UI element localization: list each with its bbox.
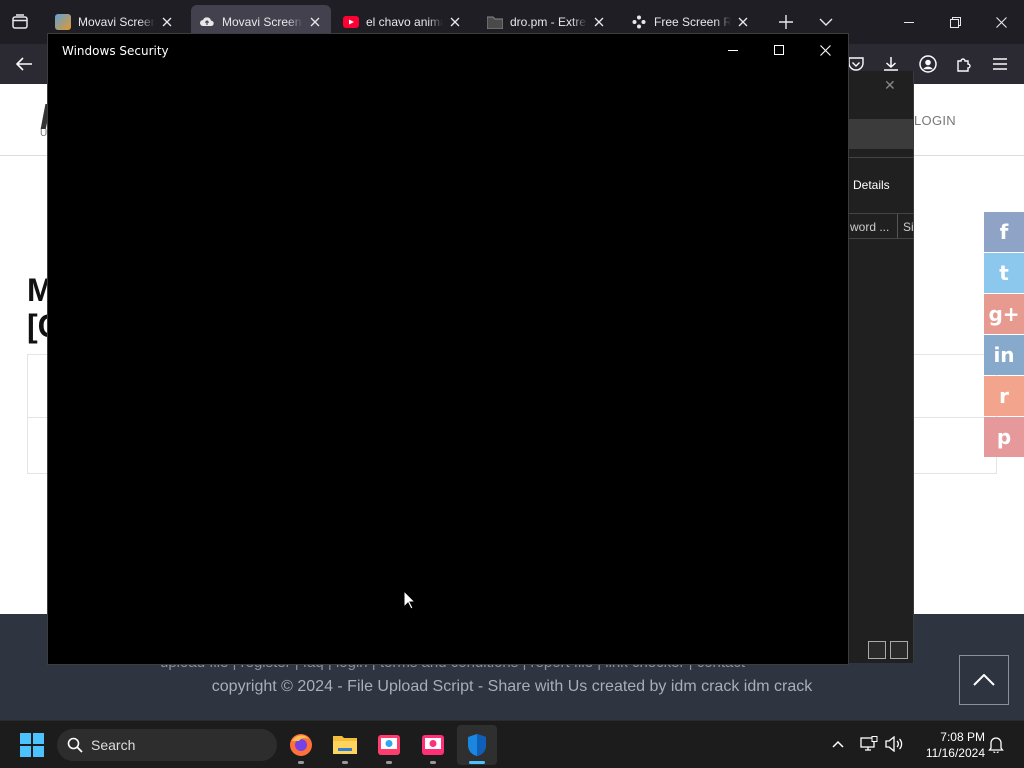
notification-bell-icon[interactable] xyxy=(985,733,1007,755)
windows-security-app-icon[interactable] xyxy=(457,725,497,765)
facebook-icon: f xyxy=(999,220,1009,244)
puzzle-favicon-icon xyxy=(631,14,647,30)
facebook-share-button[interactable]: f xyxy=(984,212,1024,252)
tab-title: Movavi Screen R xyxy=(222,15,303,29)
show-hidden-icons-chevron-up-icon[interactable] xyxy=(827,733,849,755)
running-indicator xyxy=(298,761,304,764)
google-plus-share-button[interactable]: g+ xyxy=(984,294,1024,334)
movavi-app-icon[interactable] xyxy=(413,725,453,765)
movavi-favicon-icon xyxy=(55,14,71,30)
close-tab-icon[interactable] xyxy=(159,14,175,30)
details-tab[interactable]: Details xyxy=(853,178,890,192)
scroll-to-top-button[interactable] xyxy=(959,655,1009,705)
clock-date: 11/16/2024 xyxy=(925,746,985,760)
active-indicator xyxy=(469,761,485,764)
back-icon[interactable] xyxy=(10,50,38,78)
background-dialog-close-icon[interactable]: ✕ xyxy=(884,77,896,94)
browser-close-icon[interactable] xyxy=(978,0,1024,44)
browser-minimize-icon[interactable] xyxy=(886,0,932,44)
folder-favicon-icon xyxy=(487,14,503,30)
minimize-icon[interactable] xyxy=(710,34,756,66)
linkedin-icon: in xyxy=(993,343,1015,367)
running-indicator xyxy=(342,761,348,764)
background-dialog-bar xyxy=(846,119,913,149)
tab-title: dro.pm - Extrem xyxy=(510,15,587,29)
tab-title: Movavi Screen R xyxy=(78,15,155,29)
file-explorer-app-icon[interactable] xyxy=(325,725,365,765)
mouse-pointer-icon xyxy=(403,589,417,613)
firefox-view-icon[interactable] xyxy=(8,10,32,34)
column-header-password[interactable]: word ... xyxy=(850,220,889,234)
firefox-app-icon[interactable] xyxy=(281,725,321,765)
youtube-favicon-icon xyxy=(343,14,359,30)
menu-icon[interactable] xyxy=(986,50,1014,78)
windows-security-window[interactable]: Windows Security xyxy=(47,33,849,665)
pinterest-icon: p xyxy=(996,425,1012,449)
search-label: Search xyxy=(91,737,136,753)
reddit-share-button[interactable]: r xyxy=(984,376,1024,416)
account-icon[interactable] xyxy=(914,50,942,78)
close-tab-icon[interactable] xyxy=(447,14,463,30)
twitter-icon: t xyxy=(999,261,1009,285)
upload-favicon-icon xyxy=(199,14,215,30)
extensions-icon[interactable] xyxy=(950,50,978,78)
maximize-icon[interactable] xyxy=(756,34,802,66)
login-link[interactable]: LOGIN xyxy=(914,113,956,128)
browser-restore-icon[interactable] xyxy=(932,0,978,44)
window-title: Windows Security xyxy=(62,44,169,58)
background-dialog: ✕ Details word ... Si xyxy=(846,71,914,663)
network-icon[interactable] xyxy=(858,733,880,755)
close-tab-icon[interactable] xyxy=(735,14,751,30)
tab-title: el chavo animad xyxy=(366,15,443,29)
taskbar-search-box[interactable]: Search xyxy=(57,729,277,761)
reddit-icon: r xyxy=(999,384,1009,408)
close-tab-icon[interactable] xyxy=(591,14,607,30)
clock-time: 7:08 PM xyxy=(940,730,985,744)
google-plus-icon: g+ xyxy=(988,302,1020,326)
footer-copyright: copyright © 2024 - File Upload Script - … xyxy=(211,678,813,695)
tile-view-icon[interactable] xyxy=(890,641,908,659)
running-indicator xyxy=(430,761,436,764)
movavi-recorder-app-icon[interactable] xyxy=(369,725,409,765)
column-header-row: word ... Si xyxy=(846,213,914,239)
taskbar-clock[interactable]: 7:08 PM 11/16/2024 xyxy=(915,729,985,761)
windows-start-icon[interactable] xyxy=(20,733,44,757)
column-divider[interactable] xyxy=(897,214,898,238)
close-tab-icon[interactable] xyxy=(307,14,323,30)
new-tab-plus-icon[interactable] xyxy=(774,10,798,34)
background-dialog-separator xyxy=(846,157,914,158)
search-icon xyxy=(67,737,83,753)
volume-icon[interactable] xyxy=(883,733,905,755)
running-indicator xyxy=(386,761,392,764)
taskbar: Search 7:08 PM 11/16/2024 xyxy=(0,720,1024,768)
chevron-up-icon xyxy=(973,674,995,686)
pinterest-share-button[interactable]: p xyxy=(984,417,1024,457)
column-header-size[interactable]: Si xyxy=(903,220,914,234)
list-view-icon[interactable] xyxy=(868,641,886,659)
close-icon[interactable] xyxy=(802,34,848,66)
twitter-share-button[interactable]: t xyxy=(984,253,1024,293)
tab-title: Free Screen Rec xyxy=(654,15,731,29)
linkedin-share-button[interactable]: in xyxy=(984,335,1024,375)
list-all-tabs-chevron-down-icon[interactable] xyxy=(814,10,838,34)
